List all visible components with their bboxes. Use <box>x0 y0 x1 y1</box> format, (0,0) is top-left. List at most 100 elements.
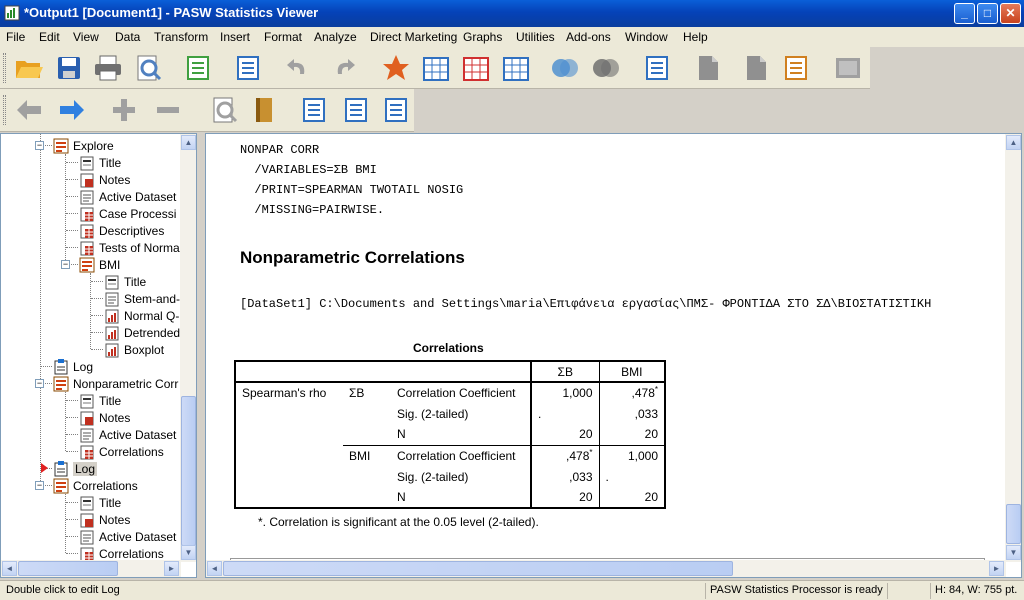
outline-item[interactable]: Detrended <box>104 324 180 341</box>
tree-guide-line <box>66 247 78 248</box>
print-preview-button[interactable] <box>132 52 164 84</box>
scripting-icon <box>785 56 807 80</box>
tree-collapse-toggle[interactable]: − <box>35 379 44 388</box>
pane-splitter[interactable] <box>197 133 205 578</box>
outline-item[interactable]: Active Dataset <box>79 528 176 545</box>
outline-item[interactable]: Correlations <box>79 443 164 460</box>
scroll-up-arrow-icon[interactable]: ▲ <box>181 135 196 150</box>
menu-edit[interactable]: Edit <box>39 30 60 44</box>
outline-item[interactable]: Descriptives <box>79 222 164 239</box>
scroll-thumb[interactable] <box>1006 504 1021 544</box>
outline-item[interactable]: Case Processi <box>79 205 176 222</box>
scroll-thumb[interactable] <box>18 561 118 576</box>
outline-item[interactable]: Boxplot <box>104 341 164 358</box>
insert-title-button[interactable] <box>340 94 372 126</box>
output-heading[interactable]: Nonparametric Correlations <box>240 248 465 268</box>
menu-window[interactable]: Window <box>625 30 668 44</box>
scroll-thumb[interactable] <box>181 396 196 546</box>
scroll-left-arrow-icon[interactable]: ◄ <box>207 561 222 576</box>
menu-direct-marketing[interactable]: Direct Marketing <box>370 30 457 44</box>
undo-button[interactable] <box>282 52 314 84</box>
scroll-left-arrow-icon[interactable]: ◄ <box>2 561 17 576</box>
tree-collapse-toggle[interactable]: − <box>35 141 44 150</box>
hide-button[interactable] <box>248 94 280 126</box>
maximize-button[interactable]: □ <box>977 3 998 24</box>
promote-button[interactable] <box>13 94 45 126</box>
outline-item[interactable]: Log <box>53 358 93 375</box>
menu-help[interactable]: Help <box>683 30 708 44</box>
variables-button[interactable] <box>500 52 532 84</box>
scripting-button[interactable] <box>780 52 812 84</box>
disabled-button[interactable] <box>832 52 864 84</box>
export-button[interactable] <box>182 52 214 84</box>
outline-item[interactable]: Active Dataset <box>79 188 176 205</box>
demote-button[interactable] <box>56 94 88 126</box>
outline-item[interactable]: Title <box>79 392 121 409</box>
outline-pane[interactable]: − Explore Title Notes Active Dataset Case Pro… <box>0 133 197 578</box>
tree-guide-line <box>40 134 41 485</box>
outline-item[interactable]: Explore <box>53 137 114 154</box>
scroll-down-arrow-icon[interactable]: ▼ <box>1006 545 1021 560</box>
expand-button[interactable] <box>108 94 140 126</box>
menu-transform[interactable]: Transform <box>154 30 208 44</box>
goto-variable-button[interactable] <box>460 52 492 84</box>
close-button[interactable]: ✕ <box>1000 3 1021 24</box>
outline-item[interactable]: Tests of Norma <box>79 239 180 256</box>
correlations-table[interactable]: ΣΒ BMI Spearman's rho ΣΒ Correlation Coe… <box>234 360 666 509</box>
use-sets-button[interactable] <box>549 52 581 84</box>
outline-item[interactable]: Active Dataset <box>79 426 176 443</box>
outline-item[interactable]: Log <box>53 460 98 477</box>
tree-collapse-toggle[interactable]: − <box>61 260 70 269</box>
menu-format[interactable]: Format <box>264 30 302 44</box>
collapse-button[interactable] <box>152 94 184 126</box>
goto-case-button[interactable] <box>420 52 452 84</box>
scroll-thumb[interactable] <box>223 561 733 576</box>
tree-collapse-toggle[interactable]: − <box>35 481 44 490</box>
title-bar[interactable]: *Output1 [Document1] - PASW Statistics V… <box>0 0 1024 27</box>
menu-utilities[interactable]: Utilities <box>516 30 555 44</box>
insert-text-button[interactable] <box>380 94 412 126</box>
scroll-up-arrow-icon[interactable]: ▲ <box>1006 135 1021 150</box>
outline-item[interactable]: Nonparametric Corr <box>53 375 178 392</box>
content-horizontal-scrollbar[interactable]: ◄ ► <box>206 560 1006 577</box>
outline-item[interactable]: Notes <box>79 511 130 528</box>
insert-heading-button[interactable] <box>298 94 330 126</box>
outline-horizontal-scrollbar[interactable]: ◄ ► <box>1 560 181 577</box>
outline-item[interactable]: Stem-and- <box>104 290 180 307</box>
print-button[interactable] <box>92 52 124 84</box>
menu-analyze[interactable]: Analyze <box>314 30 357 44</box>
minimize-button[interactable]: _ <box>954 3 975 24</box>
outline-item[interactable]: Notes <box>79 409 130 426</box>
outline-item[interactable]: Title <box>79 154 121 171</box>
outline-item[interactable]: Normal Q- <box>104 307 179 324</box>
spell-check-button[interactable] <box>641 52 673 84</box>
scroll-down-arrow-icon[interactable]: ▼ <box>181 545 196 560</box>
outline-item[interactable]: Correlations <box>53 477 138 494</box>
open-button[interactable] <box>13 52 45 84</box>
outline-item[interactable]: Notes <box>79 171 130 188</box>
scroll-right-arrow-icon[interactable]: ► <box>164 561 179 576</box>
recall-dialog-button[interactable] <box>232 52 264 84</box>
outline-vertical-scrollbar[interactable]: ▲ ▼ <box>180 134 196 562</box>
outline-item[interactable]: Title <box>79 494 121 511</box>
viewer-content-pane[interactable]: NONPAR CORR /VARIABLES=ΣΒ BMI /PRINT=SPE… <box>205 133 1022 578</box>
show-button[interactable] <box>208 94 240 126</box>
designate-window-button[interactable] <box>692 52 724 84</box>
insert-output-button[interactable] <box>740 52 772 84</box>
save-button[interactable] <box>53 52 85 84</box>
menu-view[interactable]: View <box>73 30 99 44</box>
menu-graphs[interactable]: Graphs <box>463 30 502 44</box>
menu-insert[interactable]: Insert <box>220 30 250 44</box>
show-all-variables-button[interactable] <box>590 52 622 84</box>
scroll-right-arrow-icon[interactable]: ► <box>989 561 1004 576</box>
menu-file[interactable]: File <box>6 30 25 44</box>
toolbar-grip[interactable] <box>3 95 6 125</box>
outline-item[interactable]: BMI <box>79 256 120 273</box>
redo-button[interactable] <box>328 52 360 84</box>
toolbar-grip[interactable] <box>3 53 6 83</box>
menu-data[interactable]: Data <box>115 30 140 44</box>
outline-item[interactable]: Title <box>104 273 146 290</box>
goto-data-button[interactable] <box>380 52 412 84</box>
menu-add-ons[interactable]: Add-ons <box>566 30 611 44</box>
content-vertical-scrollbar[interactable]: ▲ ▼ <box>1005 134 1021 562</box>
